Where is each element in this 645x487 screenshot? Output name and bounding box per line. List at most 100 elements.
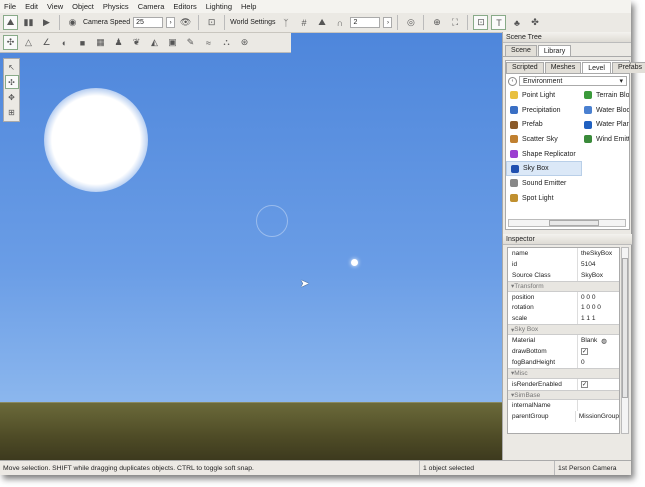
property-value[interactable]: ✓ (578, 347, 588, 355)
property-value-text: MissionGroup (578, 413, 619, 421)
tab-scripted[interactable]: Scripted (506, 62, 544, 73)
object-bounds-icon[interactable]: ⛶ (447, 15, 462, 30)
terrain-snap-icon[interactable]: ⛰ (314, 15, 329, 30)
library-item[interactable]: Spot Light (506, 191, 582, 206)
object-box-icon[interactable]: ⊡ (473, 15, 489, 30)
gui-editor-icon[interactable]: ▮▮ (21, 15, 36, 30)
grid-snap-icon[interactable]: # (296, 15, 311, 30)
library-item[interactable]: Wind Emitter (580, 132, 629, 147)
library-item[interactable]: Prefab (506, 117, 582, 132)
inspector-scrollbar[interactable] (621, 247, 629, 434)
particle-editor-icon[interactable]: ♟ (111, 35, 126, 50)
material-editor-icon[interactable]: ◐ (57, 35, 72, 50)
category-dropdown[interactable]: Environment ▾ (519, 76, 627, 86)
3d-viewport[interactable]: ➤ ↖ ✣ ✥ ⊞ (0, 33, 502, 460)
property-value[interactable]: 1 1 1 (578, 315, 595, 322)
menu-file[interactable]: File (4, 2, 16, 11)
river-editor-icon[interactable]: ≈ (201, 35, 216, 50)
property-checkbox[interactable]: ✓ (581, 380, 588, 388)
property-group-header[interactable]: ▾ Sky Box (508, 324, 619, 336)
terrain-painter-icon[interactable]: ∠ (39, 35, 54, 50)
tab-library[interactable]: Library (537, 45, 572, 56)
divider (397, 15, 399, 30)
menu-edit[interactable]: Edit (25, 2, 38, 11)
property-value[interactable]: SkyBox (578, 272, 603, 279)
tab-level[interactable]: Level (582, 62, 611, 73)
menu-editors[interactable]: Editors (173, 2, 196, 11)
library-item[interactable]: Scatter Sky (506, 132, 582, 147)
property-row: fogBandHeight 0 (508, 356, 619, 368)
menu-view[interactable]: View (47, 2, 63, 11)
property-value[interactable]: theSkyBox (578, 250, 612, 257)
play-icon[interactable]: ▶ (39, 15, 54, 30)
library-item-label: Sound Emitter (522, 179, 567, 187)
camera-speed-input[interactable]: 25 (133, 17, 164, 28)
property-group-header[interactable]: ▾ SimBase (508, 389, 619, 401)
snap-value-arrow[interactable]: › (383, 17, 393, 28)
property-value[interactable]: 0 0 0 (578, 294, 595, 301)
camera-icon[interactable]: ◉ (65, 15, 80, 30)
fit-view-icon[interactable]: ⊡ (204, 15, 219, 30)
select-arrow-icon[interactable]: ↖ (5, 60, 19, 74)
select-tool-icon[interactable]: ◎ (403, 15, 418, 30)
snap-value-input[interactable]: 2 (350, 17, 381, 28)
datablock-editor-icon[interactable]: ▦ (93, 35, 108, 50)
editor-tools-toolbar: ✣ △ ∠ ◐ ■ ▦ ♟ ❦ ◭ ▣ ✎ ≈ ⛬ ⊛ (0, 33, 291, 53)
terrain-editor-icon[interactable]: △ (21, 35, 36, 50)
menu-object[interactable]: Object (72, 2, 94, 11)
library-item[interactable]: Sound Emitter (506, 176, 582, 191)
rotate-icon[interactable]: ✥ (5, 90, 19, 104)
library-item[interactable]: Shape Replicator (506, 147, 582, 162)
scale-icon[interactable]: ⊞ (5, 105, 19, 119)
property-value[interactable]: MissionGroup (576, 413, 619, 420)
library-item[interactable]: Water Plane (580, 117, 629, 132)
property-value[interactable]: 1 0 0 0 (578, 304, 601, 311)
tab-meshes[interactable]: Meshes (544, 62, 582, 73)
menu-camera[interactable]: Camera (138, 2, 165, 11)
world-settings-button[interactable]: World Settings (230, 19, 275, 26)
property-value[interactable]: 0 (578, 359, 585, 366)
library-item[interactable]: Precipitation (506, 103, 582, 118)
property-name: id (508, 258, 578, 270)
library-item[interactable]: Sky Box (506, 161, 582, 177)
menu-help[interactable]: Help (241, 2, 256, 11)
property-row: Material Blank ◍ (508, 335, 619, 347)
group-icon[interactable]: ✤ (527, 15, 542, 30)
property-group-header[interactable]: ▾ Transform (508, 280, 619, 292)
library-item[interactable]: Terrain Block (580, 88, 629, 103)
material-browse-icon[interactable]: ◍ (601, 337, 607, 345)
convex-editor-icon[interactable]: ⊛ (237, 35, 252, 50)
property-group-header[interactable]: ▾ Misc (508, 367, 619, 379)
camera-speed-arrow[interactable]: › (166, 17, 176, 28)
menu-physics[interactable]: Physics (103, 2, 129, 11)
visibility-eye-icon[interactable]: 👁 (178, 15, 193, 30)
library-horizontal-scrollbar[interactable] (508, 219, 626, 227)
mesh-road-icon[interactable]: ▣ (165, 35, 180, 50)
back-icon[interactable]: ‹ (508, 76, 517, 86)
snap-icon[interactable]: ᛉ (278, 15, 293, 30)
property-name: Source Class (508, 269, 578, 281)
menu-lighting[interactable]: Lighting (206, 2, 232, 11)
navmesh-icon[interactable]: ⛬ (219, 35, 234, 50)
property-value-text: Blank (581, 337, 598, 345)
tab-prefabs[interactable]: Prefabs (611, 62, 645, 73)
shape-editor-icon[interactable]: ■ (75, 35, 90, 50)
property-value[interactable]: Blank ◍ (578, 337, 607, 345)
object-editor-icon[interactable]: ✣ (3, 35, 18, 50)
decal-editor-icon[interactable]: ◭ (147, 35, 162, 50)
world-editor-icon[interactable]: ⛰ (3, 15, 18, 30)
tab-scene[interactable]: Scene (505, 45, 537, 56)
property-checkbox[interactable]: ✓ (581, 347, 588, 355)
library-item-label: Water Block (596, 106, 629, 114)
road-editor-icon[interactable]: ✎ (183, 35, 198, 50)
library-item[interactable]: Water Block (580, 103, 629, 118)
center-icon[interactable]: ⊕ (429, 15, 444, 30)
forest-editor-icon[interactable]: ❦ (129, 35, 144, 50)
text-icon[interactable]: T (491, 15, 507, 30)
magnet-icon[interactable]: ∩ (332, 15, 347, 30)
property-value[interactable]: 5104 (578, 261, 595, 268)
property-value[interactable]: ✓ (578, 380, 588, 388)
move-icon[interactable]: ✣ (4, 75, 19, 89)
prefab-icon[interactable]: ♣ (509, 15, 524, 30)
library-item[interactable]: Point Light (506, 88, 582, 103)
